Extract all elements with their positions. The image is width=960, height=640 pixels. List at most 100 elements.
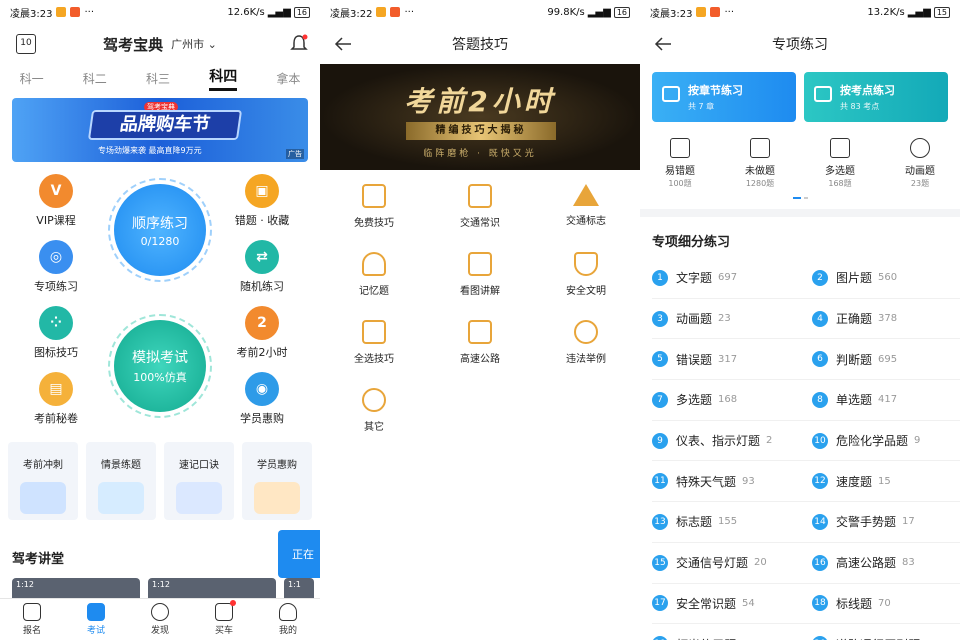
category-item[interactable]: 19灯光使用题77 xyxy=(652,624,812,640)
special-practice[interactable]: ◎ 专项练习 xyxy=(16,240,96,294)
app-notification-icon xyxy=(390,7,401,17)
category-item[interactable]: 7 多选题 168 xyxy=(652,380,812,421)
chapter-practice-button[interactable]: 按章节练习 共 7 章 xyxy=(652,72,796,122)
card-scenario[interactable]: 情景练题 xyxy=(86,442,156,520)
nav-label: 发现 xyxy=(150,626,169,636)
category-item[interactable]: 11 特殊天气题 93 xyxy=(652,461,812,503)
category-item[interactable]: 6 判断题 695 xyxy=(812,339,960,381)
tip-memory[interactable]: 记忆题 xyxy=(324,252,424,297)
network-speed: 12.6K/s xyxy=(227,6,265,18)
category-label: 交通信号灯题 xyxy=(676,556,749,571)
category-item[interactable]: 1 文字题 697 xyxy=(652,258,812,299)
category-item[interactable]: 12 速度题 15 xyxy=(812,461,960,503)
quick-undone[interactable]: 未做题 1280题 xyxy=(725,138,795,189)
icon-tips[interactable]: ⁘ 图标技巧 xyxy=(16,306,96,360)
bell-icon[interactable] xyxy=(290,34,308,54)
category-number-badge: 16 xyxy=(812,554,828,571)
category-item[interactable]: 14 交警手势题 17 xyxy=(812,502,960,543)
bottom-nav: 报名 考试 发现 买车 我的 xyxy=(0,598,320,640)
car-icon xyxy=(215,600,236,621)
tab-subject-2[interactable]: 科二 xyxy=(83,70,107,87)
random-practice[interactable]: ⇄ 随机练习 xyxy=(222,240,302,294)
tip-traffic-signs[interactable]: 交通标志 xyxy=(536,184,636,227)
tab-subject-4[interactable]: 科四 xyxy=(209,66,238,91)
exam-secret[interactable]: ▤ 考前秘卷 xyxy=(16,372,96,426)
tip-violation[interactable]: 违法举例 xyxy=(536,320,636,365)
tip-free[interactable]: 免费技巧 xyxy=(324,184,424,229)
quick-multi[interactable]: 多选题 168题 xyxy=(805,138,875,189)
wrong-favorites[interactable]: ▣ 错题 · 收藏 xyxy=(222,174,302,228)
tip-traffic-knowledge[interactable]: 交通常识 xyxy=(430,184,530,229)
app-notification-icon xyxy=(710,7,721,17)
vip-course[interactable]: V VIP课程 xyxy=(16,174,96,228)
point-practice-button[interactable]: 按考点练习 共 83 考点 xyxy=(804,72,948,122)
section-title: 专项细分练习 xyxy=(652,235,731,250)
category-item[interactable]: 2 图片题 560 xyxy=(812,258,960,299)
quick-error-prone[interactable]: 易错题 100题 xyxy=(645,138,715,189)
category-item[interactable]: 5 错误题 317 xyxy=(652,339,812,381)
category-item[interactable]: 16 高速公路题 83 xyxy=(812,543,960,584)
notification-icon xyxy=(376,7,387,17)
category-item[interactable]: 8 单选题 417 xyxy=(812,380,960,421)
calendar-icon[interactable]: 10 xyxy=(16,34,36,54)
tip-multi-select[interactable]: 全选技巧 xyxy=(324,320,424,365)
category-item[interactable]: 18 标线题 70 xyxy=(812,584,960,625)
vip-icon: V xyxy=(39,174,73,208)
lecture-title: 驾考讲堂 xyxy=(12,552,65,567)
nav-signup[interactable]: 报名 xyxy=(7,603,57,636)
battery-icon: 16 xyxy=(293,6,310,18)
card-sprint[interactable]: 考前冲刺 xyxy=(8,442,78,520)
nav-discover[interactable]: 发现 xyxy=(135,603,185,636)
nav-exam[interactable]: 考试 xyxy=(71,603,121,636)
quick-count: 168题 xyxy=(828,179,852,188)
status-bar: 凌晨3:23 ··· 12.6K/s ▂▄▆ 16 xyxy=(0,0,320,24)
quick-label: 易错题 xyxy=(665,166,695,177)
top-bar: 答题技巧 xyxy=(320,24,640,64)
city-selector[interactable]: 广州市 ⌄ xyxy=(171,36,217,52)
category-label: 灯光使用题 xyxy=(676,636,736,640)
tip-other[interactable]: 其它 xyxy=(324,388,424,433)
banner-title: 考前2小时 xyxy=(404,85,556,118)
quick-label: 未做题 xyxy=(745,166,775,177)
nav-buy-car[interactable]: 买车 xyxy=(199,600,249,636)
category-number-badge: 7 xyxy=(652,391,668,408)
category-item[interactable]: 10 危险化学品题 9 xyxy=(812,421,960,462)
category-item[interactable]: 20道路通行原则题99 xyxy=(812,624,960,640)
category-item[interactable]: 4 正确题 378 xyxy=(812,299,960,340)
card-student[interactable]: 学员惠购 xyxy=(242,442,312,520)
tip-safety[interactable]: 安全文明 xyxy=(536,252,636,297)
tab-license[interactable]: 拿本 xyxy=(276,70,300,87)
category-number-badge: 2 xyxy=(812,269,828,286)
two-hours-before[interactable]: 2 考前2小时 xyxy=(222,306,302,360)
back-arrow-icon[interactable] xyxy=(654,36,672,52)
order-practice-button[interactable]: 顺序练习 0/1280 xyxy=(114,184,206,276)
more-dots-icon xyxy=(362,388,386,412)
category-item[interactable]: 17 安全常识题 54 xyxy=(652,584,812,625)
category-number-badge: 1 xyxy=(652,269,668,286)
category-item[interactable]: 3 动画题 23 xyxy=(652,299,812,340)
student-deals[interactable]: ◉ 学员惠购 xyxy=(222,372,302,426)
promo-banner[interactable]: 驾考宝典 品牌购车节 专场劲爆来袭 最高直降9万元 广告 xyxy=(12,98,308,162)
category-item[interactable]: 9 仪表、指示灯题 2 xyxy=(652,421,812,462)
exam-icon xyxy=(87,603,105,621)
category-number-badge: 19 xyxy=(652,636,668,640)
card-mnemonic[interactable]: 速记口诀 xyxy=(164,442,234,520)
tip-picture[interactable]: 看图讲解 xyxy=(430,252,530,297)
nav-profile[interactable]: 我的 xyxy=(263,603,313,636)
compass-icon xyxy=(151,603,169,621)
tab-subject-1[interactable]: 科一 xyxy=(20,70,44,87)
mock-exam-button[interactable]: 模拟考试 100%仿真 xyxy=(114,320,206,412)
back-arrow-icon[interactable] xyxy=(334,36,352,52)
ad-label: 广告 xyxy=(286,149,304,159)
tip-highway[interactable]: 高速公路 xyxy=(430,320,530,365)
checkbox-icon xyxy=(362,320,386,344)
floating-live-button[interactable]: 正在 xyxy=(278,530,320,578)
category-item[interactable]: 13 标志题 155 xyxy=(652,502,812,543)
order-progress: 0/1280 xyxy=(140,234,180,248)
category-item[interactable]: 15 交通信号灯题 20 xyxy=(652,543,812,584)
category-count: 70 xyxy=(878,597,891,609)
tab-subject-3[interactable]: 科三 xyxy=(146,70,170,87)
nav-label: 考试 xyxy=(86,626,105,636)
rocket-illustration xyxy=(20,482,66,514)
quick-animation[interactable]: 动画题 23题 xyxy=(885,138,955,189)
